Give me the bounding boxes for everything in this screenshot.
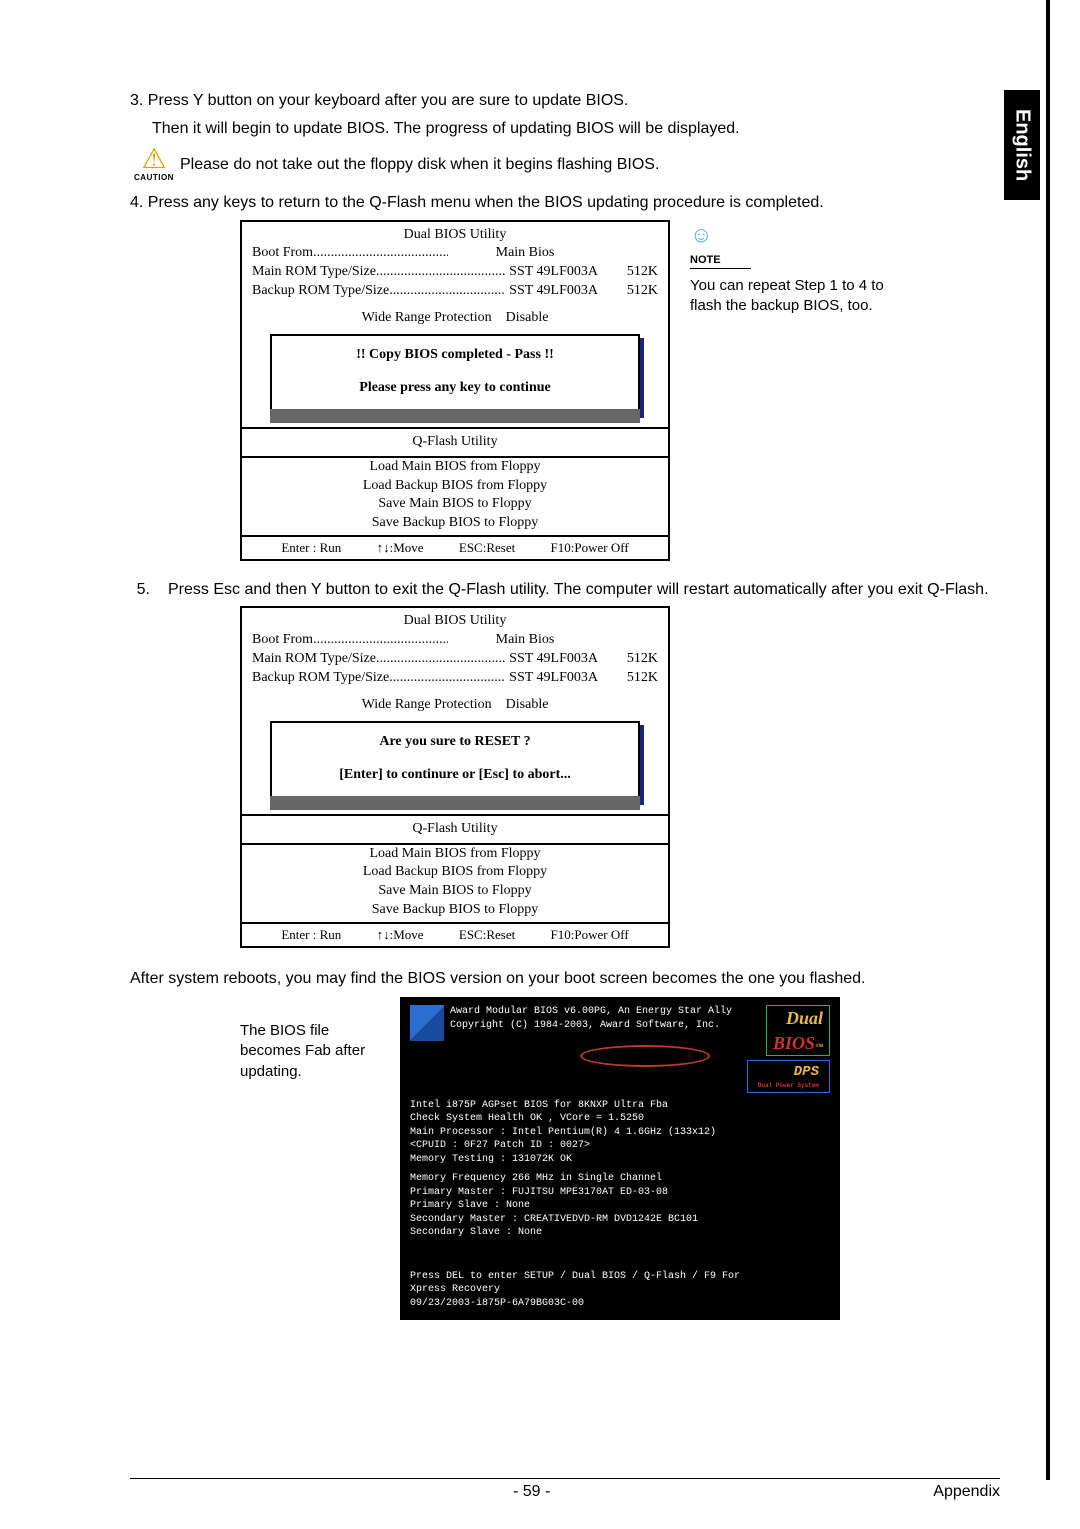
step-3-line2: Then it will begin to update BIOS. The p… (152, 118, 1000, 140)
language-tab: English (1004, 90, 1040, 200)
step-5: Press Esc and then Y button to exit the … (168, 579, 1000, 601)
caution-text: Please do not take out the floppy disk w… (180, 154, 659, 176)
step-3-line1: 3. Press Y button on your keyboard after… (130, 90, 1000, 112)
boot-caption: The BIOS file becomes Fab after updating… (240, 1021, 380, 1082)
bios-dialog-reset: Are you sure to RESET ? [Enter] to conti… (270, 721, 640, 801)
bios-dialog-pass: !! Copy BIOS completed - Pass !! Please … (270, 334, 640, 414)
epa-logo-icon (410, 1005, 444, 1041)
section-name: Appendix (933, 1483, 1000, 1501)
bios-screen-2: Dual BIOS Utility Boot FromMain Bios Mai… (240, 606, 670, 947)
after-reboot-text: After system reboots, you may find the B… (130, 968, 1000, 990)
dps-logo: DPSDual Power System (747, 1060, 830, 1093)
dual-bios-logo: DualBIOS™ (766, 1005, 830, 1056)
page-number: - 59 - (513, 1483, 550, 1501)
bios-title: Dual BIOS Utility (252, 226, 658, 245)
bios-screen-1: Dual BIOS Utility Boot FromMain Bios Mai… (240, 220, 670, 561)
side-rule (1046, 0, 1050, 1480)
caution-icon: ⚠ CAUTION (134, 145, 174, 184)
note-text: You can repeat Step 1 to 4 to flash the … (690, 276, 890, 317)
step-5-num: 5. (130, 579, 150, 601)
bios-footer-keys: Enter : Run ↑↓:Move ESC:Reset F10:Power … (242, 535, 668, 559)
note-icon: ☺ NOTE (690, 220, 890, 270)
page-footer: - 59 - Appendix (130, 1478, 1000, 1501)
post-boot-screen: Award Modular BIOS v6.00PG, An Energy St… (400, 997, 840, 1320)
step-4: 4. Press any keys to return to the Q-Fla… (130, 192, 1000, 214)
